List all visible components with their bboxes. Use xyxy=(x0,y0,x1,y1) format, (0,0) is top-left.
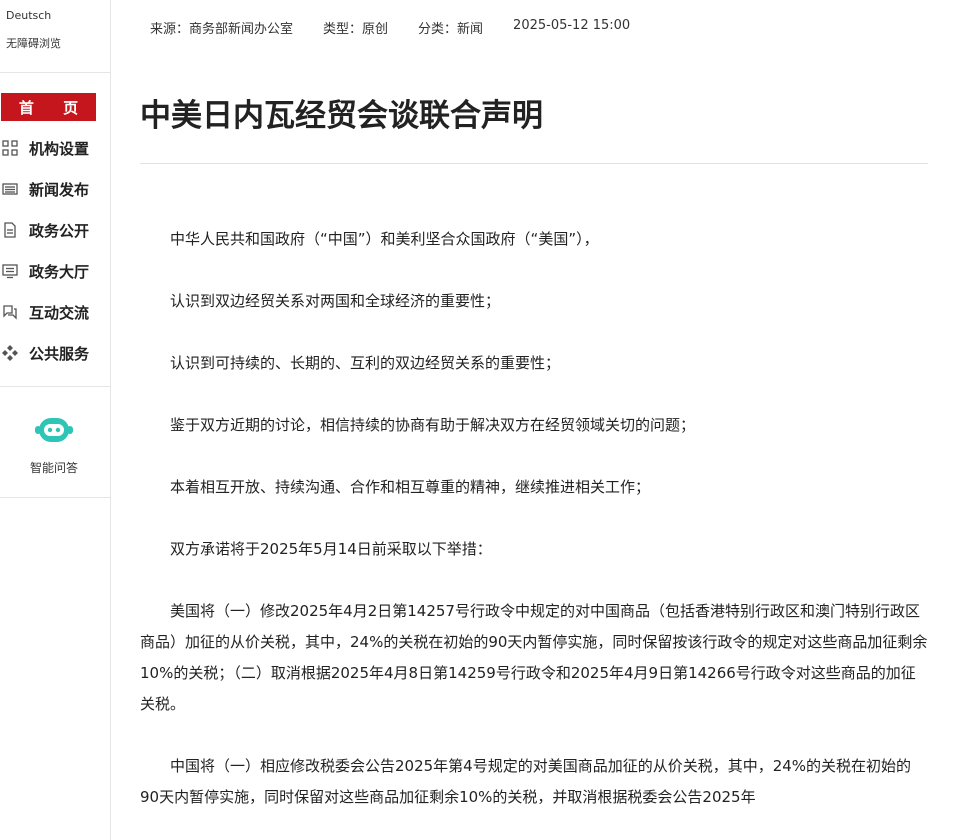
article-paragraph: 本着相互开放、持续沟通、合作和相互尊重的精神，继续推进相关工作； xyxy=(170,478,651,496)
monitor-icon xyxy=(1,262,19,280)
article-paragraph: 中国将（一）相应修改税委会公告2025年第4号规定的对美国商品加征的从价关税，其… xyxy=(140,757,912,806)
article-body: 中华人民共和国政府（“中国”）和美利坚合众国政府（“美国”）， 认识到双边经贸关… xyxy=(140,224,930,840)
grid-icon xyxy=(1,139,19,157)
newspaper-icon xyxy=(1,180,19,198)
diamond-icon xyxy=(1,344,19,362)
home-button[interactable]: 首 页 xyxy=(1,93,96,121)
article-paragraph: 双方承诺将于2025年5月14日前采取以下举措： xyxy=(170,540,492,558)
document-icon xyxy=(1,221,19,239)
article-paragraph: 中华人民共和国政府（“中国”）和美利坚合众国政府（“美国”）， xyxy=(170,230,599,248)
meta-category: 分类：新闻 xyxy=(418,22,484,37)
home-label: 首 页 xyxy=(18,98,91,117)
article-title: 中美日内瓦经贸会谈联合声明 xyxy=(140,98,543,134)
sidebar-item-label: 公共服务 xyxy=(29,344,90,363)
article-paragraph: 鉴于双方近期的讨论，相信持续的协商有助于解决双方在经贸领域关切的问题； xyxy=(170,416,696,434)
article-paragraph: 认识到可持续的、长期的、互利的双边经贸关系的重要性； xyxy=(170,354,561,372)
sidebar-item-news[interactable]: 新闻发布 xyxy=(0,174,110,204)
article-paragraph: 认识到双边经贸关系对两国和全球经济的重要性； xyxy=(170,292,501,310)
robot-icon xyxy=(33,416,75,450)
sidebar-item-public-service[interactable]: 公共服务 xyxy=(0,338,110,368)
sidebar-item-label: 政务大厅 xyxy=(29,262,90,281)
sidebar-divider xyxy=(0,386,110,387)
title-divider xyxy=(140,163,928,164)
lang-link-deutsch[interactable]: Deutsch xyxy=(6,9,51,22)
article-paragraph: 美国将（一）修改2025年4月2日第14257号行政令中规定的对中国商品（包括香… xyxy=(140,602,928,713)
sidebar: Deutsch 无障碍浏览 首 页 机构设置 新闻发布 政务公开 政务大厅 互动… xyxy=(0,0,111,840)
sidebar-item-interaction[interactable]: 互动交流 xyxy=(0,297,110,327)
article-meta: 来源：商务部新闻办公室 类型：原创 分类：新闻 2025-05-12 15:00 xyxy=(150,18,660,37)
meta-source: 来源：商务部新闻办公室 xyxy=(150,22,294,37)
sidebar-item-organization[interactable]: 机构设置 xyxy=(0,133,110,163)
sidebar-item-label: 新闻发布 xyxy=(29,180,90,199)
sidebar-item-label: 政务公开 xyxy=(29,221,90,240)
ai-assistant-button[interactable]: 智能问答 xyxy=(0,406,110,486)
chat-icon xyxy=(1,303,19,321)
sidebar-divider xyxy=(0,497,110,498)
sidebar-item-service-hall[interactable]: 政务大厅 xyxy=(0,256,110,286)
sidebar-divider xyxy=(0,72,110,73)
sidebar-item-label: 机构设置 xyxy=(29,139,90,158)
accessibility-link[interactable]: 无障碍浏览 xyxy=(6,35,61,51)
sidebar-item-label: 互动交流 xyxy=(29,303,90,322)
ai-assistant-label: 智能问答 xyxy=(29,461,78,475)
sidebar-item-gov-affairs[interactable]: 政务公开 xyxy=(0,215,110,245)
meta-datetime: 2025-05-12 15:00 xyxy=(513,18,631,33)
meta-type: 类型：原创 xyxy=(323,22,389,37)
